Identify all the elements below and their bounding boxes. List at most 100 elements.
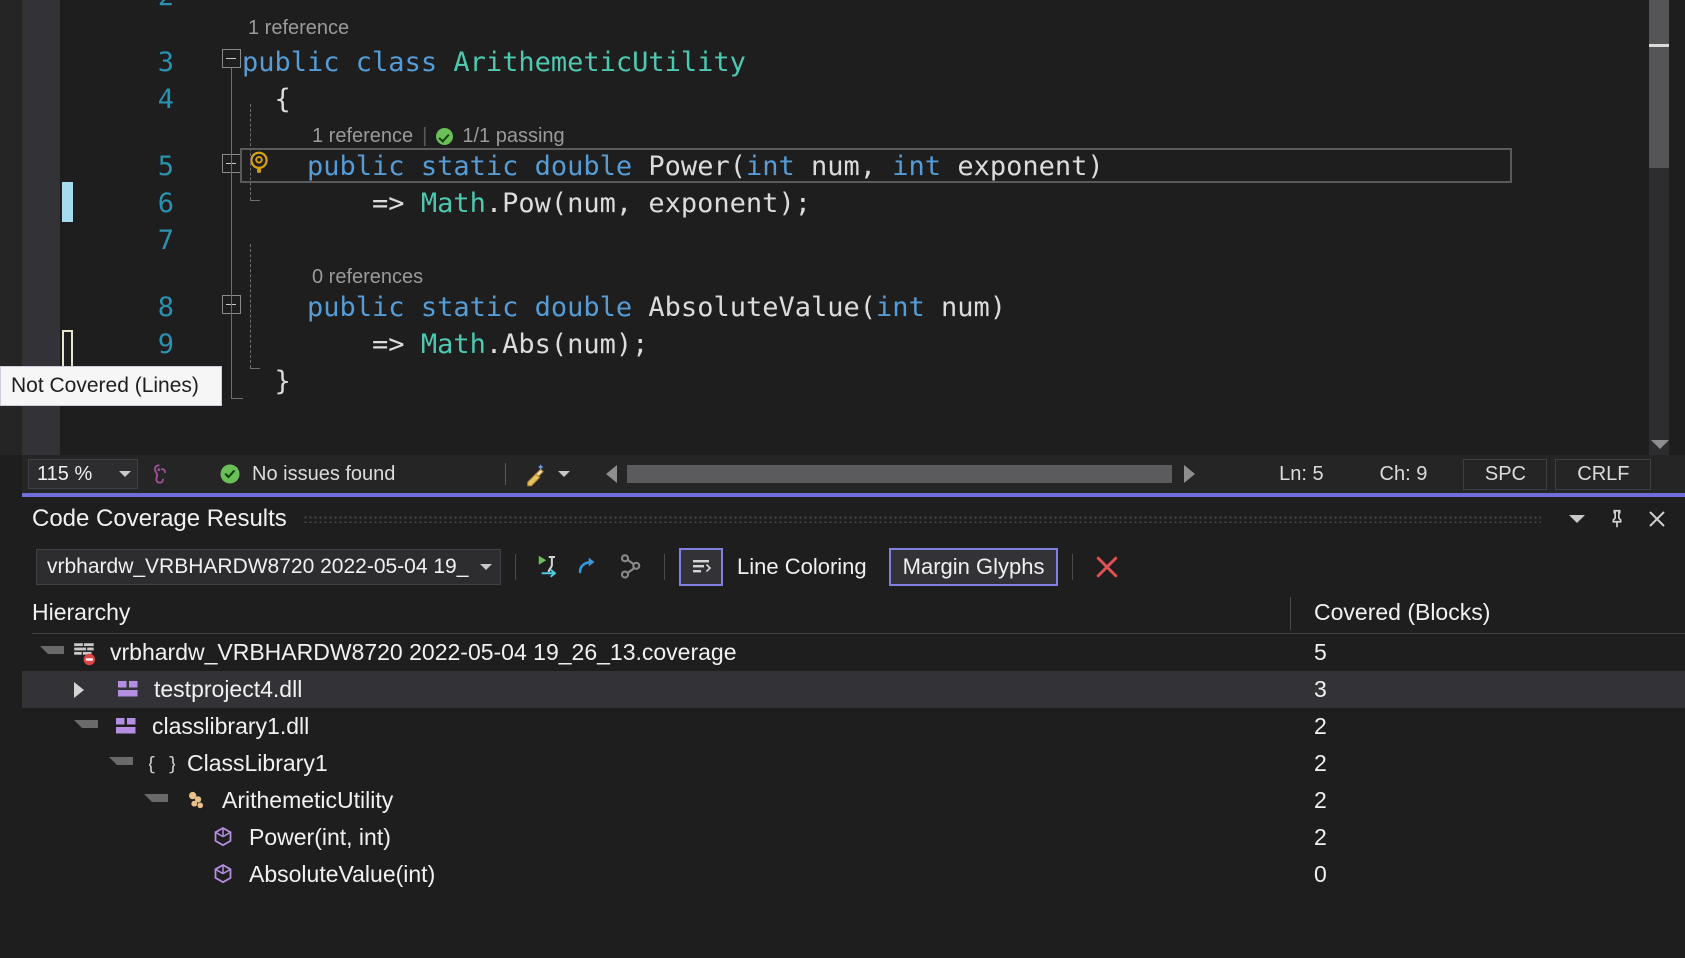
code-line-4: { [242, 81, 291, 118]
coverage-file-icon [72, 640, 98, 666]
column-divider[interactable] [1290, 597, 1291, 630]
code-cleanup-chevron-icon[interactable] [558, 471, 570, 477]
table-row-label: vrbhardw_VRBHARDW8720 2022-05-04 19_26_1… [110, 639, 737, 666]
coverage-result-set-value: vrbhardw_VRBHARDW8720 2022-05-04 19_ [47, 555, 468, 579]
chevron-down-icon [119, 471, 131, 477]
line-number: 7 [82, 222, 174, 259]
merge-results-icon[interactable] [610, 549, 650, 585]
table-row[interactable]: classlibrary1.dll 2 [22, 708, 1685, 745]
pin-icon[interactable] [1597, 502, 1637, 536]
assembly-icon [116, 677, 142, 703]
table-row-covered-blocks: 5 [1314, 639, 1327, 666]
namespace-icon: { } [149, 751, 175, 777]
code-line-3: public class ArithemeticUtility [242, 44, 746, 81]
table-row-covered-blocks: 3 [1314, 676, 1327, 703]
tree-expander[interactable] [74, 682, 100, 698]
status-bar-separator [505, 463, 506, 485]
method-icon [211, 862, 237, 888]
toolbar-separator [515, 554, 516, 580]
assembly-icon [114, 714, 140, 740]
table-row-label: ArithemeticUtility [222, 787, 393, 814]
test-passing-icon [436, 128, 453, 145]
tree-expander[interactable] [109, 757, 133, 773]
table-row[interactable]: { } ClassLibrary1 2 [22, 745, 1685, 782]
collapse-toggle-class[interactable] [222, 49, 241, 68]
scroll-down-arrow-icon[interactable] [1651, 440, 1669, 449]
code-cleanup-icon[interactable] [522, 460, 550, 488]
panel-menu-chevron-icon[interactable] [1557, 502, 1597, 536]
cursor-line-indicator[interactable]: Ln: 5 [1255, 463, 1347, 486]
structure-guide-outer [231, 68, 232, 398]
column-header-covered-blocks[interactable]: Covered (Blocks) [1314, 599, 1490, 626]
panel-drag-grip[interactable] [303, 515, 1541, 523]
no-issues-status-text: No issues found [252, 463, 395, 486]
svg-text:{ }: { } [149, 754, 175, 775]
table-row-label: classlibrary1.dll [152, 713, 309, 740]
coverage-grid-body: vrbhardw_VRBHARDW8720 2022-05-04 19_26_1… [22, 634, 1685, 934]
editor-status-bar: 115 % No issues found [22, 455, 1685, 493]
table-row-covered-blocks: 2 [1314, 824, 1327, 851]
tree-expander[interactable] [144, 794, 168, 810]
scroll-left-arrow-icon[interactable] [606, 465, 617, 483]
export-results-icon[interactable] [570, 549, 610, 585]
line-number: 3 [82, 44, 174, 81]
line-number: 6 [82, 185, 174, 222]
table-row-covered-blocks: 2 [1314, 750, 1327, 777]
table-row[interactable]: Power(int, int) 2 [22, 819, 1685, 856]
column-header-hierarchy[interactable]: Hierarchy [32, 599, 130, 626]
line-number: 4 [82, 81, 174, 118]
zoom-level-value: 115 % [37, 463, 92, 486]
panel-title: Code Coverage Results [32, 505, 287, 533]
scroll-right-arrow-icon[interactable] [1184, 465, 1195, 483]
line-endings-indicator[interactable]: CRLF [1555, 459, 1651, 490]
zoom-level-combobox[interactable]: 115 % [28, 459, 138, 489]
code-line-5: public static double Power(int num, int … [242, 148, 1104, 185]
close-icon[interactable] [1637, 502, 1677, 536]
editor-scrollbar-caret-marker [1649, 44, 1669, 47]
codelens-class-references[interactable]: 1 reference [248, 10, 349, 47]
tree-expander[interactable] [74, 720, 98, 736]
remove-results-icon[interactable] [1087, 549, 1127, 585]
line-coloring-icon [689, 554, 713, 580]
visual-studio-window: 3 4 5 6 7 8 9 1 refere [0, 0, 1685, 958]
class-icon [184, 788, 210, 814]
line-number-partial: 2 [82, 0, 174, 15]
code-coverage-results-panel: Code Coverage Results vrbhardw_VRBHARDW8… [22, 493, 1685, 958]
intellicode-icon[interactable] [150, 461, 176, 487]
editor-right-strip [1669, 0, 1685, 455]
table-row[interactable]: ArithemeticUtility 2 [22, 782, 1685, 819]
editor-scrollbar-thumb[interactable] [1649, 0, 1669, 168]
run-test-coverage-icon[interactable] [530, 549, 570, 585]
table-row[interactable]: vrbhardw_VRBHARDW8720 2022-05-04 19_26_1… [22, 634, 1685, 671]
horizontal-scrollbar-thumb[interactable] [627, 465, 1172, 483]
margin-glyphs-toggle-button[interactable]: Margin Glyphs [889, 548, 1059, 586]
coverage-result-set-combobox[interactable]: vrbhardw_VRBHARDW8720 2022-05-04 19_ [36, 549, 501, 585]
method-icon [211, 825, 237, 851]
table-row[interactable]: AbsoluteValue(int) 0 [22, 856, 1685, 893]
toolbar-separator-3 [1072, 554, 1073, 580]
table-row[interactable]: testproject4.dll 3 [22, 671, 1685, 708]
table-row-covered-blocks: 2 [1314, 713, 1327, 740]
line-number: 9 [82, 326, 174, 363]
table-row-label: testproject4.dll [154, 676, 302, 703]
chevron-down-icon [480, 564, 492, 570]
toolbar-separator-2 [664, 554, 665, 580]
table-row-covered-blocks: 2 [1314, 787, 1327, 814]
not-covered-tooltip: Not Covered (Lines) [0, 366, 222, 406]
tree-expander[interactable] [40, 646, 64, 662]
indent-mode-indicator[interactable]: SPC [1463, 459, 1547, 490]
line-coloring-toggle-button[interactable] [679, 548, 723, 586]
line-number: 5 [82, 148, 174, 185]
not-covered-lines-glyph[interactable] [62, 330, 73, 370]
margin-glyphs-label: Margin Glyphs [903, 554, 1045, 580]
cursor-column-indicator[interactable]: Ch: 9 [1357, 463, 1449, 486]
editor-horizontal-scrollbar[interactable] [627, 465, 1172, 483]
line-coloring-label[interactable]: Line Coloring [737, 554, 867, 580]
code-text-area[interactable]: 3 4 5 6 7 8 9 1 refere [82, 0, 1685, 455]
line-number: 8 [82, 289, 174, 326]
code-line-10: } [242, 363, 291, 400]
panel-title-bar: Code Coverage Results [22, 497, 1685, 541]
no-issues-status-icon [218, 462, 242, 486]
code-editor-pane: 3 4 5 6 7 8 9 1 refere [0, 0, 1685, 455]
covered-lines-glyph[interactable] [62, 182, 73, 222]
